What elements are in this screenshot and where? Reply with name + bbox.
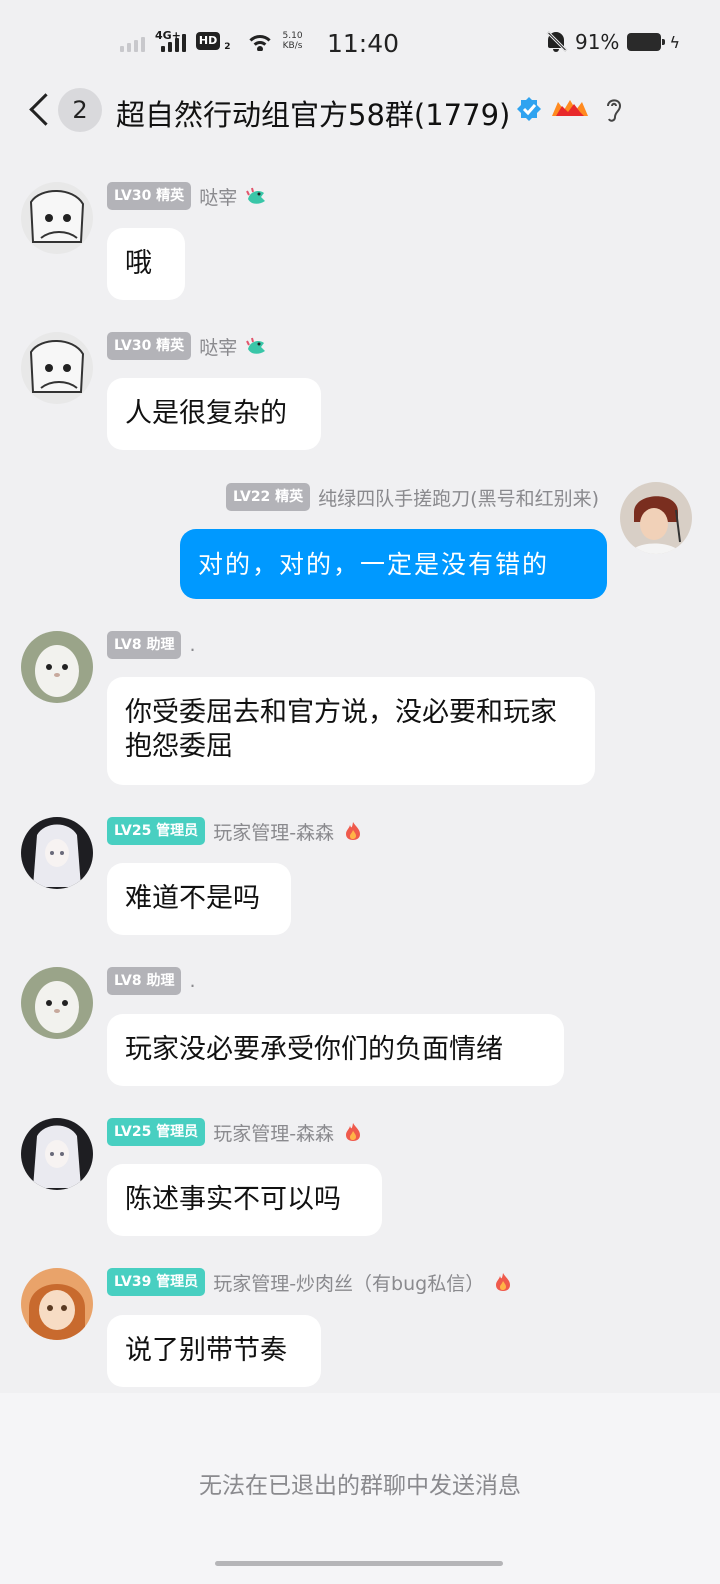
status-bar: 4G+ HD 2 5.10 KB/s 11:40 91% ϟ [0, 0, 720, 90]
sender-name[interactable]: 玩家管理-森森 [213, 1119, 334, 1146]
ear-icon[interactable] [604, 96, 624, 124]
message-meta: LV30 精英 哒宰 [107, 332, 267, 360]
avatar[interactable] [21, 817, 93, 889]
status-left: 4G+ HD 2 5.10 KB/s [120, 30, 303, 52]
clock: 11:40 [327, 29, 400, 58]
sender-name[interactable]: 玩家管理-炒肉丝（有bug私信） [213, 1269, 484, 1296]
hd-sub-label: 2 [224, 42, 231, 52]
flame-icon [346, 1123, 361, 1141]
message-bubble[interactable]: 玩家没必要承受你们的负面情绪 [107, 1014, 564, 1086]
message-bubble[interactable]: 你受委屈去和官方说，没必要和玩家抱怨委屈 [107, 677, 595, 785]
dragon-icon [246, 337, 266, 354]
message-meta: LV25 管理员 玩家管理-森森 [107, 817, 364, 845]
hd-voice-icon: HD [195, 32, 221, 50]
back-chevron-icon[interactable] [24, 88, 54, 132]
level-badge: LV30 精英 [107, 182, 192, 210]
message-bubble[interactable]: 难道不是吗 [107, 863, 291, 935]
input-disabled-footer: 无法在已退出的群聊中发送消息 [0, 1393, 720, 1584]
level-badge: LV39 管理员 [107, 1268, 206, 1296]
avatar[interactable] [21, 967, 93, 1039]
sender-name[interactable]: 纯绿四队手搓跑刀(黑号和红别来) [318, 484, 599, 511]
sender-name[interactable]: . [189, 970, 195, 992]
level-badge: LV30 精英 [107, 332, 192, 360]
vip-badge-icon [552, 100, 588, 116]
network-type: 4G+ [155, 28, 181, 42]
sender-name[interactable]: 哒宰 [199, 183, 237, 210]
sender-name[interactable]: 玩家管理-森森 [213, 818, 334, 845]
sender-name[interactable]: 哒宰 [199, 333, 237, 360]
message-bubble[interactable]: 对的，对的，一定是没有错的 [180, 529, 607, 599]
speed-unit: KB/s [282, 41, 303, 51]
avatar[interactable] [21, 631, 93, 703]
sender-name[interactable]: . [189, 634, 195, 656]
wifi-icon [246, 31, 273, 51]
message-bubble[interactable]: 哦 [107, 228, 185, 300]
message-meta: LV8 助理 . [107, 967, 196, 995]
level-badge: LV25 管理员 [107, 817, 206, 845]
level-badge: LV25 管理员 [107, 1118, 206, 1146]
speed-value: 5.10 [282, 31, 303, 41]
charging-icon: ϟ [669, 32, 680, 52]
message-bubble[interactable]: 说了别带节奏 [107, 1315, 321, 1387]
message-meta: LV25 管理员 玩家管理-森森 [107, 1118, 364, 1146]
battery-icon [627, 33, 666, 51]
avatar[interactable] [21, 332, 93, 404]
level-badge: LV8 助理 [107, 631, 182, 659]
status-right: 91% ϟ [545, 30, 680, 54]
message-meta: LV8 助理 . [107, 631, 196, 659]
avatar[interactable] [620, 482, 692, 554]
verified-badge-icon [517, 97, 541, 121]
message-meta: LV22 精英 纯绿四队手搓跑刀(黑号和红别来) [225, 483, 599, 511]
unread-count-badge[interactable]: 2 [58, 88, 102, 132]
avatar[interactable] [21, 182, 93, 254]
exited-group-notice: 无法在已退出的群聊中发送消息 [199, 1473, 521, 1499]
message-bubble[interactable]: 陈述事实不可以吗 [107, 1164, 382, 1236]
group-title[interactable]: 超自然行动组官方58群(1779) [116, 92, 510, 134]
message-meta: LV30 精英 哒宰 [107, 182, 267, 210]
message-bubble[interactable]: 人是很复杂的 [107, 378, 321, 450]
mute-bell-icon [545, 30, 568, 54]
avatar[interactable] [21, 1268, 93, 1340]
dragon-icon [246, 187, 266, 204]
level-badge: LV22 精英 [225, 483, 311, 511]
flame-icon [346, 822, 361, 840]
home-indicator[interactable] [215, 1561, 503, 1566]
network-speed: 5.10 KB/s [283, 31, 303, 51]
level-badge: LV8 助理 [107, 967, 182, 995]
flame-icon [496, 1273, 511, 1291]
signal-sim2-icon [120, 30, 145, 52]
message-meta: LV39 管理员 玩家管理-炒肉丝（有bug私信） [107, 1268, 514, 1296]
battery-percent: 91% [574, 30, 620, 54]
avatar[interactable] [21, 1118, 93, 1190]
chat-header: 2 超自然行动组官方58群(1779) [0, 80, 720, 140]
